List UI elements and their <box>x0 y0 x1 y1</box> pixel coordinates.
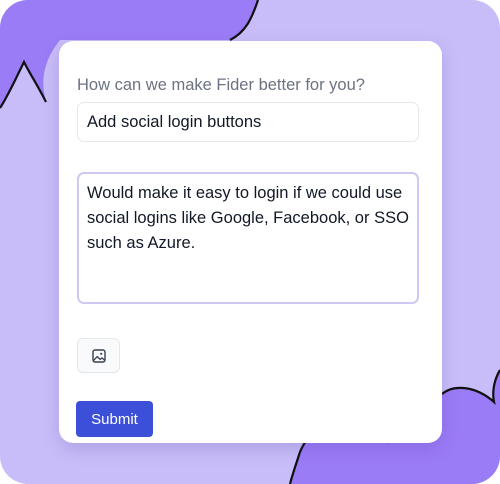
title-input[interactable] <box>77 102 419 142</box>
description-textarea[interactable]: Would make it easy to login if we could … <box>77 172 419 304</box>
background-frame: How can we make Fider better for you? Wo… <box>0 0 500 484</box>
submit-button[interactable]: Submit <box>76 401 153 437</box>
question-label: How can we make Fider better for you? <box>77 76 365 94</box>
image-icon <box>91 348 106 363</box>
attach-image-button[interactable] <box>77 338 120 373</box>
feedback-card: How can we make Fider better for you? Wo… <box>59 41 442 443</box>
